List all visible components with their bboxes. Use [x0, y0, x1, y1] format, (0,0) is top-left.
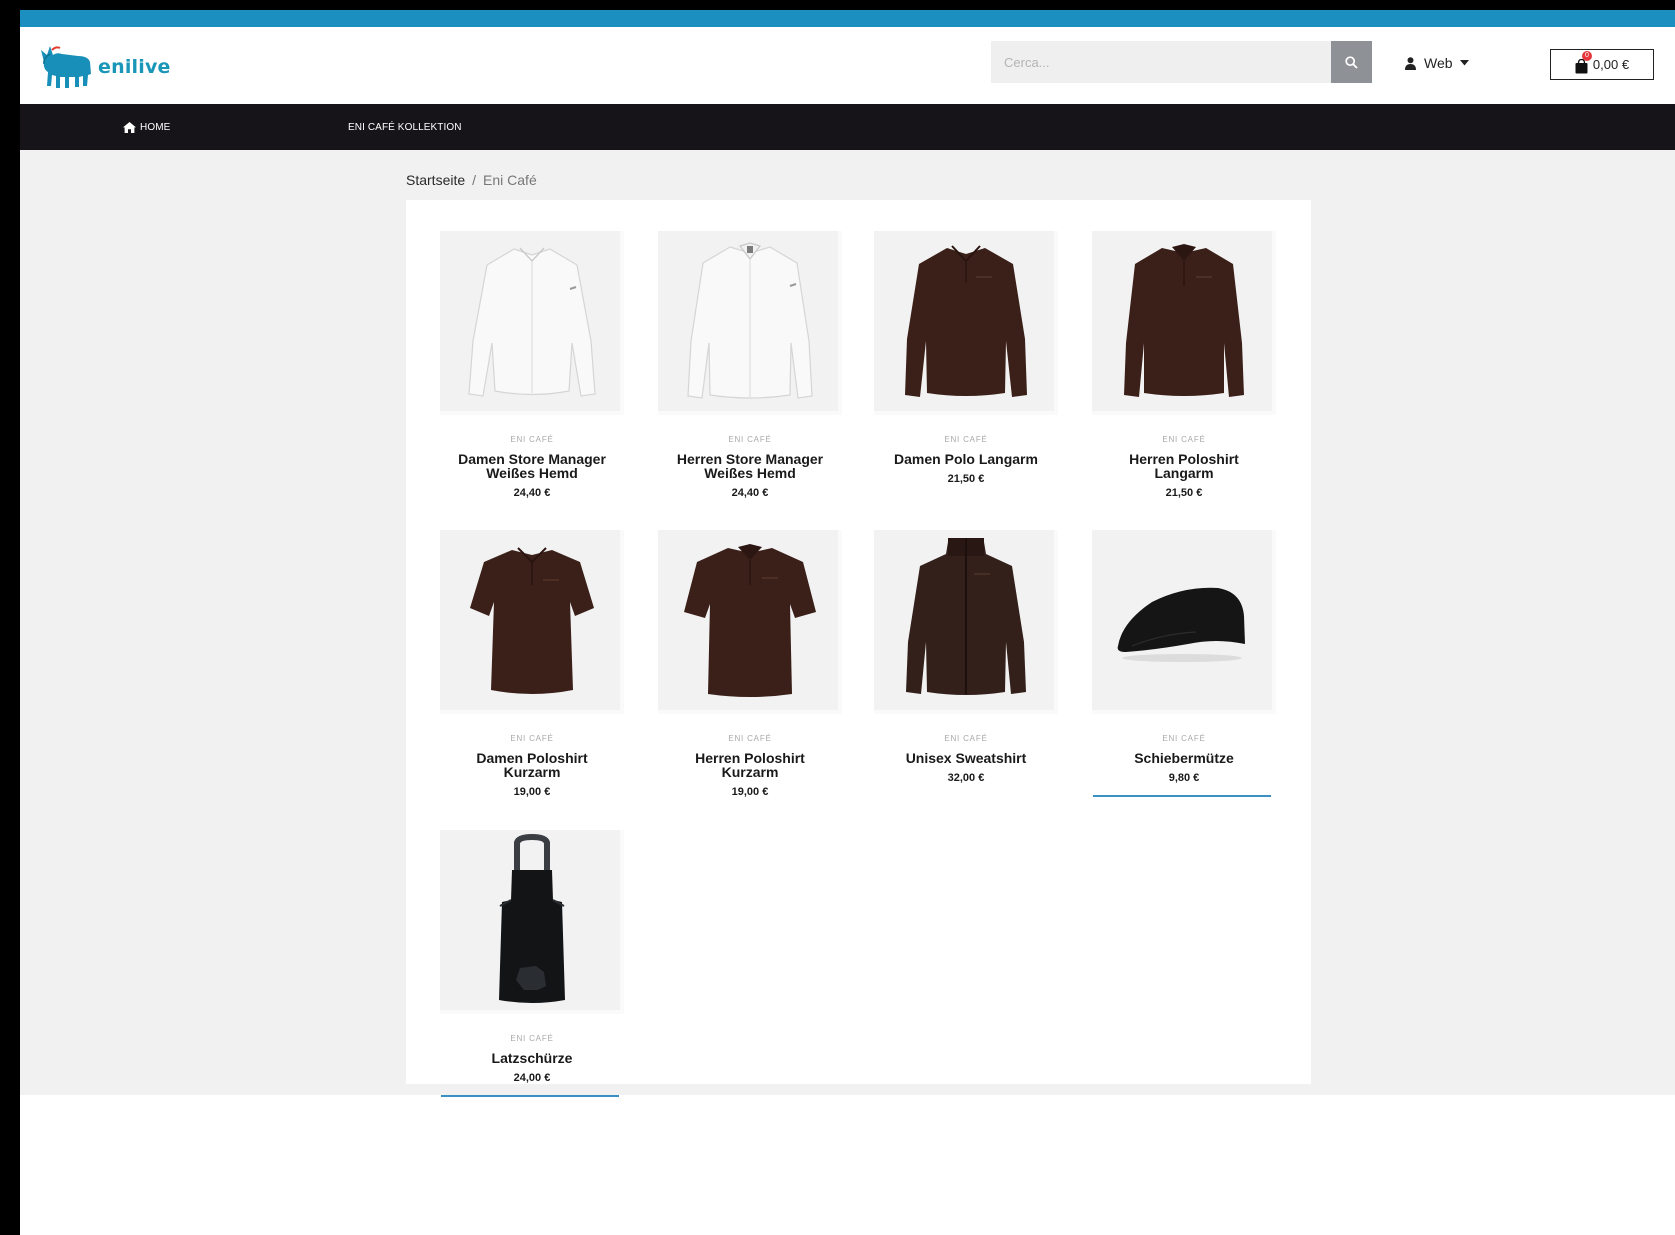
product-card[interactable]: ENI CAFÉ Damen Polo Langarm 21,50 €	[874, 231, 1058, 485]
cart-total: 0,00 €	[1592, 57, 1630, 72]
nav-item-home[interactable]: HOME	[123, 119, 170, 135]
product-image[interactable]	[440, 530, 624, 714]
search-button[interactable]	[1331, 41, 1372, 83]
product-name[interactable]: Herren Store Manager Weißes Hemd	[665, 452, 835, 480]
brown-zip-sweatshirt-image	[906, 538, 1026, 695]
product-category: ENI CAFÉ	[728, 734, 772, 743]
product-image[interactable]	[440, 231, 624, 415]
brown-longsleeve-polo-women-image	[905, 245, 1027, 397]
product-name[interactable]: Herren Poloshirt Langarm	[1099, 452, 1269, 480]
brown-longsleeve-polo-men-image	[1124, 244, 1244, 397]
search-bar	[991, 41, 1384, 83]
product-name[interactable]: Unisex Sweatshirt	[881, 751, 1051, 765]
breadcrumb: Startseite / Eni Café	[406, 172, 537, 188]
account-menu[interactable]: Web	[1405, 51, 1469, 75]
main-nav: HOME ENI CAFÉ KOLLEKTION	[20, 104, 1675, 150]
product-name[interactable]: Damen Poloshirt Kurzarm	[447, 751, 617, 779]
account-label: Web	[1424, 55, 1453, 71]
product-name[interactable]: Damen Store Manager Weißes Hemd	[447, 452, 617, 480]
product-card[interactable]: ENI CAFÉ Herren Store Manager Weißes Hem…	[658, 231, 842, 499]
page: enilive Web	[20, 10, 1675, 1235]
black-flat-cap-image	[1117, 587, 1245, 662]
shopping-bag-icon	[1575, 58, 1588, 73]
product-name[interactable]: Latzschürze	[447, 1051, 617, 1065]
product-card[interactable]: ENI CAFÉ Herren Poloshirt Kurzarm 19,00 …	[658, 530, 842, 798]
product-price: 24,40 €	[513, 487, 551, 499]
breadcrumb-separator: /	[472, 172, 477, 188]
search-icon	[1345, 55, 1358, 69]
product-category: ENI CAFÉ	[510, 734, 554, 743]
product-category: ENI CAFÉ	[728, 435, 772, 444]
product-price: 24,00 €	[513, 1072, 551, 1084]
brown-shortsleeve-polo-men-image	[684, 544, 816, 697]
site-header: enilive Web	[20, 27, 1675, 104]
product-image[interactable]	[658, 530, 842, 714]
product-image[interactable]	[1092, 231, 1276, 415]
product-grid-panel: ENI CAFÉ Damen Store Manager Weißes Hemd…	[406, 200, 1311, 1097]
product-image[interactable]	[1092, 530, 1276, 714]
caret-down-icon	[1459, 60, 1469, 66]
product-hover-underline	[1093, 795, 1271, 797]
user-icon	[1405, 56, 1416, 70]
product-category: ENI CAFÉ	[944, 435, 988, 444]
product-name[interactable]: Damen Polo Langarm	[881, 452, 1051, 466]
cart-count-badge: 0	[1581, 50, 1592, 61]
cart-icon-wrapper: 0	[1575, 50, 1592, 74]
nav-collection-label: ENI CAFÉ KOLLEKTION	[348, 121, 462, 133]
six-legged-dog-icon	[41, 46, 91, 88]
breadcrumb-current: Eni Café	[483, 172, 537, 188]
black-bib-apron-image	[499, 834, 565, 1003]
product-card[interactable]: ENI CAFÉ Herren Poloshirt Langarm 21,50 …	[1092, 231, 1276, 499]
product-category: ENI CAFÉ	[1162, 435, 1206, 444]
cart-button[interactable]: 0 0,00 €	[1550, 49, 1654, 80]
product-price: 21,50 €	[947, 473, 985, 485]
product-name[interactable]: Schiebermütze	[1099, 751, 1269, 765]
product-card[interactable]: ENI CAFÉ Schiebermütze 9,80 €	[1092, 530, 1276, 797]
white-shirt-men-image	[687, 242, 813, 399]
product-card[interactable]: ENI CAFÉ Damen Store Manager Weißes Hemd…	[440, 231, 624, 499]
product-card[interactable]: ENI CAFÉ Latzschürze 24,00 €	[440, 830, 624, 1097]
top-accent-bar	[20, 10, 1675, 27]
nav-home-label: HOME	[140, 121, 171, 133]
product-price: 19,00 €	[731, 786, 769, 798]
product-hover-underline	[441, 1095, 619, 1097]
white-shirt-women-image	[468, 247, 596, 397]
product-price: 32,00 €	[947, 772, 985, 784]
product-price: 19,00 €	[513, 786, 551, 798]
product-price: 9,80 €	[1168, 772, 1200, 784]
product-category: ENI CAFÉ	[944, 734, 988, 743]
product-image[interactable]	[874, 530, 1058, 714]
product-image[interactable]	[874, 231, 1058, 415]
product-image[interactable]	[658, 231, 842, 415]
logo-text: enilive	[98, 56, 171, 78]
product-category: ENI CAFÉ	[510, 435, 554, 444]
product-category: ENI CAFÉ	[1162, 734, 1206, 743]
nav-item-eni-cafe-kollektion[interactable]: ENI CAFÉ KOLLEKTION	[348, 119, 462, 135]
home-icon	[123, 121, 136, 133]
product-card[interactable]: ENI CAFÉ Unisex Sweatshirt 32,00 €	[874, 530, 1058, 784]
product-name[interactable]: Herren Poloshirt Kurzarm	[665, 751, 835, 779]
enilive-logo[interactable]: enilive	[38, 41, 171, 93]
product-price: 21,50 €	[1165, 487, 1203, 499]
product-image[interactable]	[440, 830, 624, 1014]
product-category: ENI CAFÉ	[510, 1034, 554, 1043]
product-price: 24,40 €	[731, 487, 769, 499]
brown-shortsleeve-polo-women-image	[470, 547, 594, 694]
search-input[interactable]	[991, 41, 1331, 83]
breadcrumb-home-link[interactable]: Startseite	[406, 172, 465, 188]
product-card[interactable]: ENI CAFÉ Damen Poloshirt Kurzarm 19,00 €	[440, 530, 624, 798]
